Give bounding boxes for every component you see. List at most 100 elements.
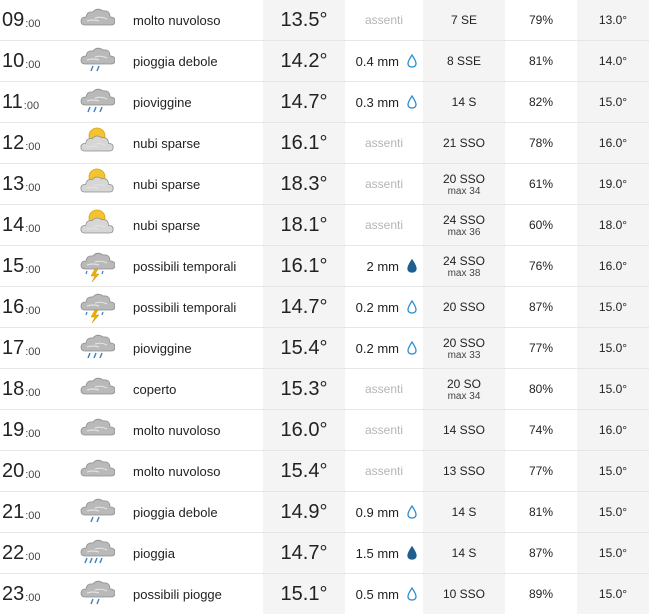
raindrop-icon [407, 587, 417, 601]
weather-description: pioviggine [133, 94, 192, 110]
temperature: 14.2° [263, 41, 345, 81]
precipitation-cell: 0.5 mm [345, 574, 423, 614]
hour-cell: 09:00 [2, 0, 62, 40]
forecast-row: 13:00 nubi sparse 18.3° assenti 20 SSO m… [0, 164, 649, 205]
hour-value: 21 [2, 500, 25, 523]
hour-value: 16 [2, 295, 25, 318]
drizzle-icon [76, 82, 116, 122]
forecast-row: 17:00 pioviggine 15.4° 0.2 mm 20 SSO max… [0, 328, 649, 369]
sun-cloud-icon [76, 123, 116, 163]
perceived-temperature: 15.0° [577, 451, 649, 491]
minute-value: :00 [25, 18, 41, 30]
wind-value: 7 SE [450, 13, 477, 27]
raindrop-icon [407, 259, 417, 273]
weather-description: molto nuvoloso [133, 463, 221, 479]
precipitation-cell: 0.4 mm [345, 41, 423, 81]
hour-cell: 17:00 [2, 328, 62, 368]
hour-value: 11 [2, 90, 23, 113]
humidity: 81% [528, 54, 554, 68]
wind-cell: 7 SE [423, 0, 505, 40]
precipitation-cell: 0.2 mm [345, 328, 423, 368]
hour-value: 12 [2, 131, 25, 154]
raindrop-icon [407, 95, 417, 109]
minute-value: :00 [25, 469, 41, 481]
weather-description: pioggia debole [133, 53, 218, 69]
perceived-temperature: 16.0° [577, 246, 649, 286]
temperature: 15.1° [263, 574, 345, 614]
wind-value: 24 SSO [442, 212, 486, 227]
wind-cell: 20 SO max 34 [423, 369, 505, 409]
hour-cell: 19:00 [2, 410, 62, 450]
forecast-row: 22:00 pioggia 14.7° 1.5 mm 14 S 87% 15.0… [0, 533, 649, 574]
hour-cell: 13:00 [2, 164, 62, 204]
raindrop-icon [407, 505, 417, 519]
wind-value: 8 SSE [446, 54, 482, 68]
precipitation-cell: assenti [345, 451, 423, 491]
wind-cell: 14 S [423, 492, 505, 532]
forecast-row: 11:00 pioviggine 14.7° 0.3 mm 14 S 82% 1… [0, 82, 649, 123]
wind-cell: 20 SSO [423, 287, 505, 327]
cloudy-icon [76, 451, 116, 491]
hour-cell: 11:00 [2, 82, 62, 122]
precipitation-value: assenti [364, 136, 404, 150]
wind-value: 20 SSO [442, 171, 486, 186]
precipitation-value: 0.2 mm [355, 340, 399, 356]
humidity: 60% [528, 218, 554, 232]
hour-value: 19 [2, 418, 25, 441]
forecast-row: 14:00 nubi sparse 18.1° assenti 24 SSO m… [0, 205, 649, 246]
precipitation-cell: 0.9 mm [345, 492, 423, 532]
cloudy-icon [76, 410, 116, 450]
wind-value: 14 S [451, 546, 477, 560]
precipitation-cell: 0.2 mm [345, 287, 423, 327]
perceived-temperature: 14.0° [577, 41, 649, 81]
forecast-row: 12:00 nubi sparse 16.1° assenti 21 SSO 7… [0, 123, 649, 164]
precipitation-value: assenti [364, 382, 404, 396]
wind-value: 20 SSO [442, 335, 486, 350]
minute-value: :00 [25, 182, 41, 194]
wind-gust: max 33 [447, 349, 481, 361]
forecast-row: 18:00 coperto 15.3° assenti 20 SO max 34… [0, 369, 649, 410]
precipitation-value: assenti [364, 218, 404, 232]
precipitation-value: assenti [364, 464, 404, 478]
humidity: 76% [528, 259, 554, 273]
wind-value: 14 S [451, 95, 477, 109]
precipitation-cell: assenti [345, 164, 423, 204]
minute-value: :00 [25, 592, 41, 604]
temperature: 14.7° [263, 82, 345, 122]
wind-value: 21 SSO [442, 136, 486, 150]
wind-gust: max 38 [447, 267, 481, 279]
precipitation-cell: assenti [345, 0, 423, 40]
hourly-forecast-table: 09:00 molto nuvoloso 13.5° assenti 7 SE … [0, 0, 649, 615]
precipitation-cell: assenti [345, 205, 423, 245]
humidity: 82% [528, 95, 554, 109]
precipitation-value: 1.5 mm [355, 545, 399, 561]
hour-cell: 20:00 [2, 451, 62, 491]
light-rain-icon [76, 574, 116, 614]
hour-value: 13 [2, 172, 25, 195]
hour-cell: 14:00 [2, 205, 62, 245]
precipitation-cell: 1.5 mm [345, 533, 423, 573]
perceived-temperature: 16.0° [577, 123, 649, 163]
forecast-row: 10:00 pioggia debole 14.2° 0.4 mm 8 SSE … [0, 41, 649, 82]
humidity: 89% [528, 587, 554, 601]
weather-description: possibili temporali [133, 258, 237, 274]
temperature: 14.7° [263, 287, 345, 327]
temperature: 13.5° [263, 0, 345, 40]
hour-cell: 22:00 [2, 533, 62, 573]
perceived-temperature: 15.0° [577, 328, 649, 368]
wind-value: 13 SSO [442, 464, 486, 478]
forecast-row: 19:00 molto nuvoloso 16.0° assenti 14 SS… [0, 410, 649, 451]
wind-cell: 21 SSO [423, 123, 505, 163]
wind-value: 14 SSO [442, 423, 486, 437]
wind-cell: 8 SSE [423, 41, 505, 81]
precipitation-value: assenti [364, 177, 404, 191]
wind-value: 14 S [451, 505, 477, 519]
temperature: 15.4° [263, 451, 345, 491]
wind-cell: 14 SSO [423, 410, 505, 450]
weather-description: nubi sparse [133, 135, 201, 151]
hour-value: 22 [2, 541, 25, 564]
precipitation-value: 2 mm [366, 258, 400, 274]
overcast-icon [76, 369, 116, 409]
hour-value: 09 [2, 8, 25, 31]
wind-cell: 20 SSO max 34 [423, 164, 505, 204]
